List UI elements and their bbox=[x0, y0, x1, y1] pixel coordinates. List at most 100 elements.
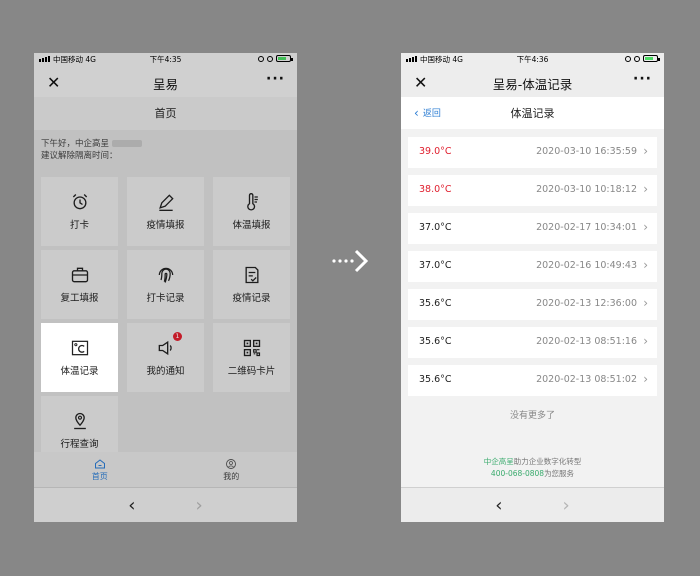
pencil-icon bbox=[158, 194, 174, 211]
blurred-name bbox=[111, 140, 142, 147]
notification-badge: 1 bbox=[173, 332, 182, 341]
record-list: 39.0°C 2020-03-10 16:35:59 › 38.0°C 2020… bbox=[408, 137, 657, 403]
list-item[interactable]: 35.6°C 2020-02-13 08:51:02 › bbox=[408, 365, 657, 396]
transition-arrow-icon bbox=[332, 249, 369, 273]
tile-return-work-report[interactable]: 复工填报 bbox=[41, 250, 118, 319]
record-timestamp: 2020-02-16 10:49:43 bbox=[536, 260, 637, 271]
record-timestamp: 2020-02-13 08:51:16 bbox=[536, 336, 637, 347]
tile-qr-card[interactable]: 二维码卡片 bbox=[213, 323, 290, 392]
browser-bottom-bar: ‹ › bbox=[34, 487, 297, 522]
tile-temperature-records[interactable]: 体温记录 bbox=[41, 323, 118, 392]
tile-check-in-records[interactable]: 打卡记录 bbox=[127, 250, 204, 319]
phone-home-screen: 中国移动 4G 下午4:35 ✕ 呈易 ··· 首页 下午好，中企高呈 建议解除… bbox=[34, 53, 297, 522]
speaker-icon bbox=[158, 340, 172, 356]
tab-bar: 首页 我的 bbox=[34, 452, 297, 487]
forward-arrow-icon[interactable]: › bbox=[563, 495, 570, 516]
footer-service: 为您服务 bbox=[544, 469, 575, 478]
chevron-right-icon: › bbox=[643, 220, 648, 234]
list-item[interactable]: 39.0°C 2020-03-10 16:35:59 › bbox=[408, 137, 657, 168]
tab-home[interactable]: 首页 bbox=[34, 452, 166, 487]
battery-icon bbox=[276, 55, 293, 62]
footer-slogan: 助力企业数字化转型 bbox=[513, 457, 582, 466]
tile-label: 复工填报 bbox=[60, 293, 99, 304]
temperature-value: 35.6°C bbox=[419, 336, 452, 347]
document-check-icon bbox=[245, 266, 258, 284]
sub-nav: ‹ 返回 体温记录 bbox=[401, 97, 664, 129]
home-icon bbox=[94, 458, 105, 468]
greeting-block: 下午好，中企高呈 建议解除隔离时间： bbox=[34, 130, 297, 162]
chevron-right-icon: › bbox=[643, 182, 648, 196]
tab-label: 首页 bbox=[91, 471, 108, 481]
nav-bar: ✕ 呈易 ··· bbox=[34, 67, 297, 97]
tile-label: 体温记录 bbox=[60, 366, 99, 377]
tile-epidemic-report[interactable]: 疫情填报 bbox=[127, 177, 204, 246]
quarantine-text: 建议解除隔离时间： bbox=[41, 151, 118, 161]
tile-label: 打卡 bbox=[69, 220, 89, 231]
list-item[interactable]: 37.0°C 2020-02-17 10:34:01 › bbox=[408, 213, 657, 244]
alarm-icon bbox=[258, 55, 264, 62]
tile-label: 二维码卡片 bbox=[227, 366, 276, 377]
app-title: 呈易-体温记录 bbox=[492, 77, 573, 92]
briefcase-icon bbox=[71, 267, 88, 283]
record-timestamp: 2020-02-17 10:34:01 bbox=[536, 222, 637, 233]
lock-rotation-icon bbox=[634, 55, 640, 62]
tile-label: 疫情填报 bbox=[146, 220, 185, 231]
tile-label: 行程查询 bbox=[60, 439, 99, 450]
forward-arrow-icon[interactable]: › bbox=[196, 495, 203, 516]
chevron-right-icon: › bbox=[643, 334, 648, 348]
temperature-value: 35.6°C bbox=[419, 298, 452, 309]
browser-bottom-bar: ‹ › bbox=[401, 487, 664, 522]
tile-label: 疫情记录 bbox=[232, 293, 271, 304]
chevron-right-icon: › bbox=[643, 258, 648, 272]
temperature-value: 37.0°C bbox=[419, 260, 452, 271]
status-bar: 中国移动 4G 下午4:35 bbox=[34, 53, 297, 67]
list-item[interactable]: 35.6°C 2020-02-13 12:36:00 › bbox=[408, 289, 657, 320]
lock-rotation-icon bbox=[267, 55, 273, 62]
record-timestamp: 2020-03-10 10:18:12 bbox=[536, 184, 637, 195]
fingerprint-icon bbox=[158, 267, 173, 283]
chevron-right-icon: › bbox=[643, 144, 648, 158]
no-more-text: 没有更多了 bbox=[509, 411, 555, 421]
page-title: 首页 bbox=[34, 97, 297, 130]
back-arrow-icon[interactable]: ‹ bbox=[495, 495, 502, 516]
list-item[interactable]: 35.6°C 2020-02-13 08:51:16 › bbox=[408, 327, 657, 358]
celsius-icon bbox=[71, 340, 88, 356]
tile-check-in[interactable]: 打卡 bbox=[41, 177, 118, 246]
tile-my-notifications[interactable]: 1 我的通知 bbox=[127, 323, 204, 392]
more-menu-icon[interactable]: ··· bbox=[633, 71, 652, 87]
footer: 中企高呈助力企业数字化转型 400-068-0808为您服务 bbox=[401, 456, 664, 480]
status-bar: 中国移动 4G 下午4:36 bbox=[401, 53, 664, 67]
back-arrow-icon[interactable]: ‹ bbox=[128, 495, 135, 516]
list-item[interactable]: 38.0°C 2020-03-10 10:18:12 › bbox=[408, 175, 657, 206]
temperature-value: 37.0°C bbox=[419, 222, 452, 233]
tab-label: 我的 bbox=[223, 471, 240, 481]
battery-icon bbox=[643, 55, 660, 62]
chevron-right-icon: › bbox=[643, 372, 648, 386]
tile-epidemic-records[interactable]: 疫情记录 bbox=[213, 250, 290, 319]
tile-label: 打卡记录 bbox=[146, 293, 185, 304]
list-item[interactable]: 37.0°C 2020-02-16 10:49:43 › bbox=[408, 251, 657, 282]
nav-bar: ✕ 呈易-体温记录 ··· bbox=[401, 67, 664, 97]
user-icon bbox=[226, 458, 237, 469]
tile-label: 体温填报 bbox=[232, 220, 271, 231]
app-title: 呈易 bbox=[152, 77, 178, 92]
qr-code-icon bbox=[243, 339, 260, 357]
chevron-right-icon: › bbox=[643, 296, 648, 310]
alarm-clock-icon bbox=[72, 194, 87, 210]
record-timestamp: 2020-03-10 16:35:59 bbox=[536, 146, 637, 157]
temperature-value: 35.6°C bbox=[419, 374, 452, 385]
thermometer-icon bbox=[246, 193, 258, 211]
more-menu-icon[interactable]: ··· bbox=[266, 71, 285, 87]
greeting-text: 下午好，中企高呈 bbox=[41, 139, 110, 149]
phone-temperature-records: 中国移动 4G 下午4:36 ✕ 呈易-体温记录 ··· ‹ 返回 体温记录 39… bbox=[401, 53, 664, 522]
page-title: 体温记录 bbox=[510, 107, 555, 120]
record-timestamp: 2020-02-13 12:36:00 bbox=[536, 298, 637, 309]
record-timestamp: 2020-02-13 08:51:02 bbox=[536, 374, 637, 385]
alarm-icon bbox=[625, 55, 631, 62]
footer-phone[interactable]: 400-068-0808 bbox=[491, 469, 544, 478]
temperature-value: 38.0°C bbox=[419, 184, 452, 195]
tab-mine[interactable]: 我的 bbox=[166, 452, 298, 487]
temperature-value: 39.0°C bbox=[419, 146, 452, 157]
tile-temperature-report[interactable]: 体温填报 bbox=[213, 177, 290, 246]
tile-label: 我的通知 bbox=[146, 366, 185, 377]
